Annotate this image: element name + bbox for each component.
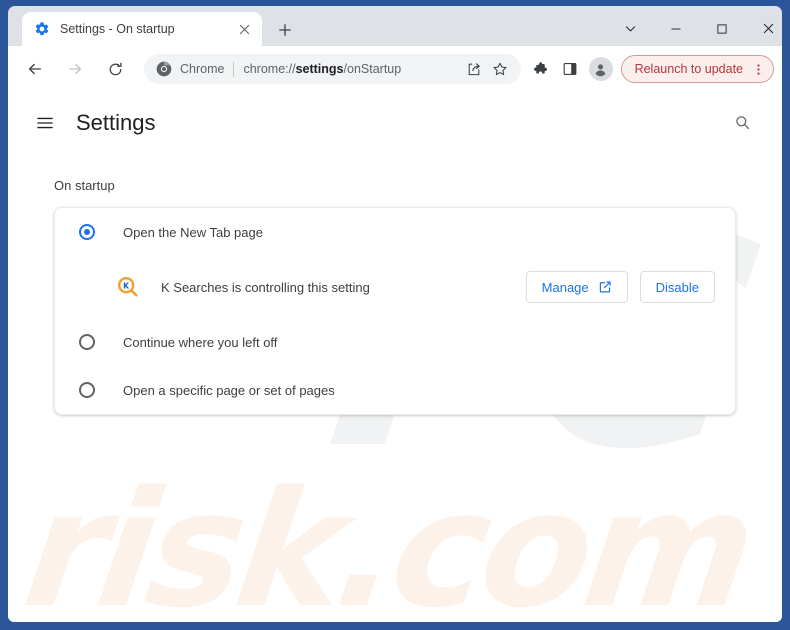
new-tab-button[interactable] (272, 17, 298, 43)
extension-controlled-notice: K K Searches is controlling this setting… (55, 256, 735, 318)
radio-option-new-tab-page[interactable]: Open the New Tab page (55, 208, 735, 256)
side-panel-icon[interactable] (557, 56, 583, 82)
settings-gear-icon (34, 21, 50, 37)
address-bar[interactable]: Chrome chrome://settings/onStartup (144, 54, 521, 84)
manage-button[interactable]: Manage (525, 271, 628, 303)
radio-option-specific-pages[interactable]: Open a specific page or set of pages (55, 366, 735, 414)
share-icon[interactable] (461, 56, 487, 82)
radio-button[interactable] (79, 334, 95, 350)
three-dots-vertical-icon[interactable] (749, 60, 767, 78)
disable-label: Disable (655, 279, 699, 295)
page-title: Settings (76, 110, 156, 135)
url-suffix: /onStartup (343, 62, 402, 76)
disable-button[interactable]: Disable (639, 271, 715, 303)
radio-button[interactable] (79, 382, 95, 398)
close-icon[interactable] (234, 19, 254, 39)
tab-strip: Settings - On startup (8, 6, 782, 46)
manage-label: Manage (541, 279, 589, 295)
omnibox-separator (233, 61, 235, 77)
browser-tab[interactable]: Settings - On startup (22, 12, 262, 46)
k-searches-magnifier-icon: K (117, 276, 139, 298)
relaunch-label: Relaunch to update (634, 62, 743, 76)
radio-label: Continue where you left off (123, 334, 278, 350)
close-window-button[interactable] (746, 12, 790, 45)
on-startup-card: Open the New Tab page K K Searches is co… (54, 207, 736, 415)
site-chip[interactable]: Chrome (156, 61, 224, 77)
hamburger-menu-icon[interactable] (30, 108, 60, 138)
settings-page: PC risk.com Settings On startup Open the… (8, 92, 782, 622)
url-text: chrome://settings/onStartup (243, 62, 460, 76)
maximize-button[interactable] (700, 12, 744, 45)
chrome-logo-icon (156, 61, 172, 77)
url-bold: settings (295, 62, 344, 76)
controlled-notice-text: K Searches is controlling this setting (161, 279, 370, 295)
puzzle-piece-icon[interactable] (527, 56, 553, 82)
radio-label: Open the New Tab page (123, 224, 263, 240)
minimize-button[interactable] (654, 12, 698, 45)
section-label: On startup (54, 178, 115, 193)
search-icon[interactable] (728, 108, 756, 136)
star-icon[interactable] (487, 56, 513, 82)
svg-text:K: K (123, 281, 130, 290)
radio-button[interactable] (79, 224, 95, 240)
settings-header: Settings (8, 92, 782, 154)
url-prefix: chrome:// (243, 62, 296, 76)
browser-toolbar: Chrome chrome://settings/onStartup Relau… (8, 46, 782, 92)
watermark-secondary: risk.com (14, 456, 761, 622)
site-chip-label: Chrome (180, 62, 225, 76)
radio-option-continue-where-left-off[interactable]: Continue where you left off (55, 318, 735, 366)
tab-search-button[interactable] (608, 12, 652, 45)
reload-button[interactable] (100, 54, 130, 84)
back-button[interactable] (20, 54, 50, 84)
forward-button[interactable] (60, 54, 90, 84)
open-in-new-icon (598, 280, 612, 294)
tab-title: Settings - On startup (60, 22, 175, 36)
person-avatar-icon[interactable] (588, 57, 613, 81)
browser-window: Settings - On startup Chrome chrome://se… (0, 0, 790, 630)
relaunch-to-update-button[interactable]: Relaunch to update (620, 55, 774, 83)
radio-label: Open a specific page or set of pages (123, 382, 335, 398)
